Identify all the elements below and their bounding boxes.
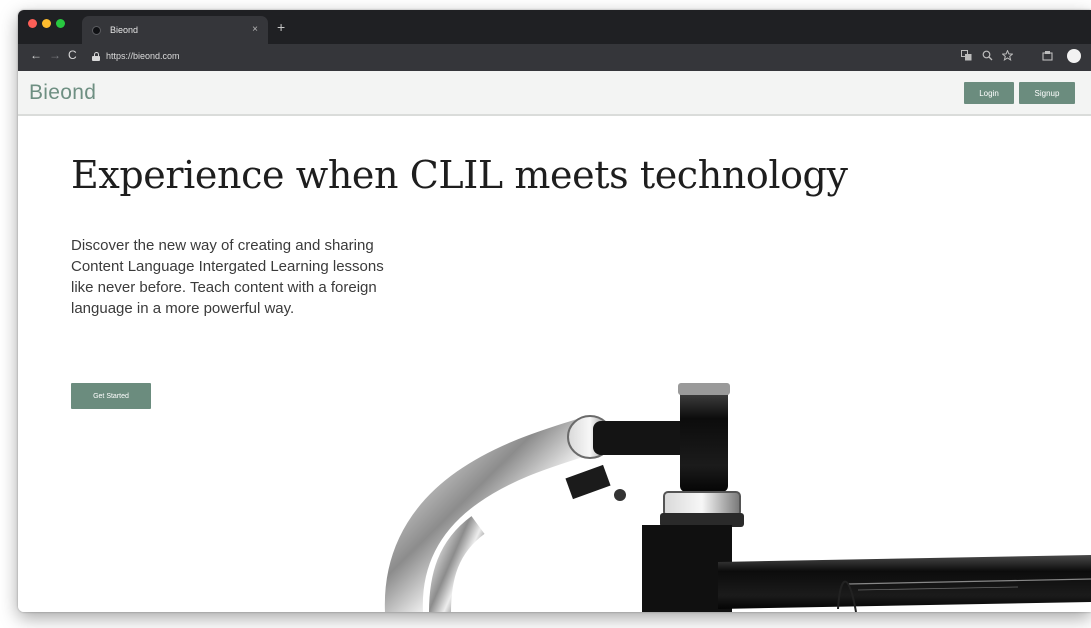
profile-avatar[interactable] xyxy=(1067,49,1081,63)
extension-icon[interactable] xyxy=(1042,50,1053,61)
lock-icon[interactable] xyxy=(92,52,100,61)
login-button[interactable]: Login xyxy=(964,82,1014,104)
new-tab-button[interactable]: + xyxy=(277,20,285,34)
browser-window: Bieond × + ← → C https://bieond.com Bieo… xyxy=(18,10,1091,612)
browser-toolbar: ← → C https://bieond.com xyxy=(18,44,1091,71)
address-bar[interactable]: https://bieond.com xyxy=(106,51,180,61)
hero-section: Experience when CLIL meets technology Di… xyxy=(18,117,1091,612)
hero-description: Discover the new way of creating and sha… xyxy=(71,237,384,317)
zoom-icon[interactable] xyxy=(982,50,993,61)
close-window-button[interactable] xyxy=(28,19,37,28)
site-logo[interactable]: Bieond xyxy=(29,81,96,105)
hero-title: Experience when CLIL meets technology xyxy=(71,153,848,197)
tab-strip: Bieond × + xyxy=(18,10,1091,44)
tab-title: Bieond xyxy=(110,25,139,35)
site-header: Bieond Login Signup xyxy=(18,71,1091,116)
translate-icon[interactable] xyxy=(961,50,972,61)
tab-close-icon[interactable]: × xyxy=(252,25,258,35)
reload-icon[interactable]: C xyxy=(68,49,77,61)
star-icon[interactable] xyxy=(1002,50,1013,61)
favicon-icon xyxy=(92,25,101,35)
back-arrow-icon[interactable]: ← xyxy=(30,49,42,61)
minimize-window-button[interactable] xyxy=(42,19,51,28)
browser-tab[interactable]: Bieond × xyxy=(82,16,268,44)
maximize-window-button[interactable] xyxy=(56,19,65,28)
bicycle-handlebar-image xyxy=(384,383,1091,612)
signup-button[interactable]: Signup xyxy=(1019,82,1075,104)
forward-arrow-icon[interactable]: → xyxy=(49,49,61,61)
get-started-button[interactable]: Get Started xyxy=(71,383,151,409)
